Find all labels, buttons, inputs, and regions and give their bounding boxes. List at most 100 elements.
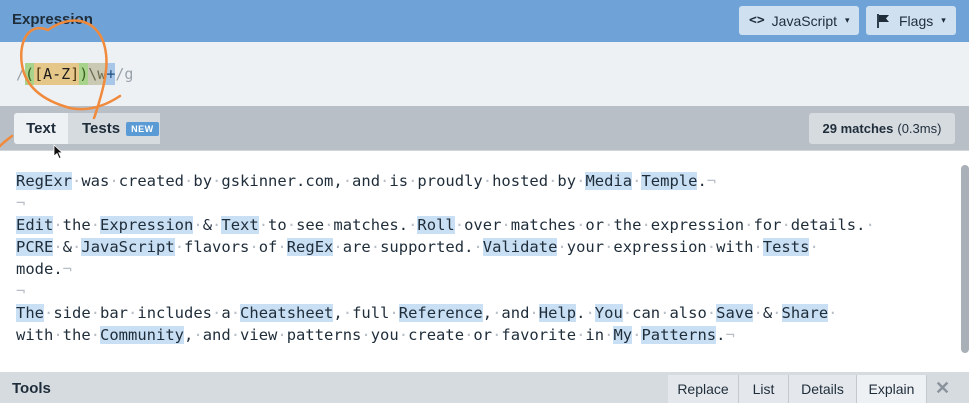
regex-match[interactable]: Expression bbox=[100, 216, 194, 234]
whitespace-marker: · bbox=[342, 172, 353, 190]
whitespace-marker: · bbox=[90, 326, 101, 344]
whitespace-marker: · bbox=[249, 238, 259, 256]
language-label: JavaScript bbox=[771, 12, 838, 29]
text-line: RegExr·was·created·by·gskinner.com,·and·… bbox=[16, 170, 875, 192]
tab-tests-label: Tests bbox=[82, 120, 121, 137]
text-segment: , bbox=[333, 304, 343, 322]
char-set-close-token[interactable]: ] bbox=[70, 63, 80, 85]
whitespace-marker: · bbox=[389, 304, 399, 322]
regex-match[interactable]: Media bbox=[585, 172, 633, 190]
text-segment: to bbox=[268, 216, 287, 234]
regex-expression[interactable]: /([A-Z])\w+/g bbox=[16, 63, 133, 85]
text-segment: see bbox=[296, 216, 325, 234]
flags-dropdown-button[interactable]: Flags ▾ bbox=[866, 6, 956, 35]
whitespace-marker: · bbox=[44, 304, 54, 322]
regex-match[interactable]: Tests bbox=[762, 238, 810, 256]
text-segment: in bbox=[585, 326, 605, 344]
whitespace-marker: · bbox=[212, 304, 222, 322]
text-segment: or bbox=[473, 326, 493, 344]
regex-match[interactable]: Reference bbox=[398, 304, 483, 322]
text-line: ¬ bbox=[16, 192, 875, 214]
whitespace-marker: · bbox=[398, 326, 409, 344]
regex-match[interactable]: JavaScript bbox=[81, 238, 175, 256]
whitespace-marker: · bbox=[72, 238, 82, 256]
scrollbar[interactable] bbox=[961, 165, 969, 353]
whitespace-marker: · bbox=[286, 216, 297, 234]
text-segment: matches. bbox=[333, 216, 409, 234]
language-dropdown-button[interactable]: <> JavaScript ▾ bbox=[739, 6, 859, 35]
regex-match[interactable]: Community bbox=[100, 326, 185, 344]
text-segment: & bbox=[762, 304, 773, 322]
text-segment: was bbox=[81, 172, 110, 190]
line-break-marker: ¬ bbox=[62, 260, 73, 278]
whitespace-marker: · bbox=[482, 172, 493, 190]
line-break-marker: ¬ bbox=[706, 172, 717, 190]
whitespace-marker: · bbox=[408, 216, 418, 234]
group-close-token[interactable]: ) bbox=[79, 63, 89, 85]
regex-match[interactable]: Text bbox=[221, 216, 259, 234]
tools-panel: Tools Replace List Details Explain bbox=[0, 372, 969, 403]
regex-match[interactable]: PCRE bbox=[16, 238, 54, 256]
test-text[interactable]: RegExr·was·created·by·gskinner.com,·and·… bbox=[16, 170, 875, 346]
regex-match[interactable]: The bbox=[16, 304, 44, 322]
regex-match[interactable]: Validate bbox=[482, 238, 558, 256]
whitespace-marker: · bbox=[557, 238, 567, 256]
text-segment: hosted bbox=[492, 172, 549, 190]
regex-match[interactable]: Roll bbox=[417, 216, 455, 234]
quantifier-token[interactable]: + bbox=[106, 63, 116, 85]
regex-match[interactable]: RegEx bbox=[286, 238, 334, 256]
regex-match[interactable]: Temple bbox=[641, 172, 698, 190]
tab-text[interactable]: Text bbox=[14, 113, 68, 144]
regex-match[interactable]: Help bbox=[538, 304, 577, 322]
match-count-badge: 29 matches (0.3ms) bbox=[809, 113, 955, 144]
group-open-token[interactable]: ( bbox=[25, 63, 35, 85]
regex-match[interactable]: My bbox=[613, 326, 633, 344]
text-segment: & bbox=[62, 238, 73, 256]
chevron-down-icon: ▾ bbox=[941, 15, 946, 25]
text-editor[interactable]: RegExr·was·created·by·gskinner.com,·and·… bbox=[0, 150, 969, 370]
expression-editor[interactable]: /([A-Z])\w+/g bbox=[0, 42, 969, 106]
regex-match[interactable]: Share bbox=[781, 304, 829, 322]
text-segment: also bbox=[669, 304, 707, 322]
regex-match[interactable]: Save bbox=[716, 304, 754, 322]
text-segment: over bbox=[464, 216, 502, 234]
text-segment: is bbox=[389, 172, 409, 190]
whitespace-marker: · bbox=[464, 326, 474, 344]
open-delimiter: / bbox=[16, 65, 26, 83]
text-segment: . bbox=[697, 172, 707, 190]
tools-tab-explain[interactable]: Explain bbox=[857, 375, 927, 403]
text-segment: are bbox=[342, 238, 371, 256]
word-class-token[interactable]: \w bbox=[88, 63, 107, 85]
whitespace-marker: · bbox=[193, 216, 203, 234]
whitespace-marker: · bbox=[72, 172, 82, 190]
char-range-token[interactable]: A-Z bbox=[43, 63, 71, 85]
regex-match[interactable]: RegExr bbox=[16, 172, 72, 190]
text-segment: can bbox=[632, 304, 661, 322]
new-badge: NEW bbox=[126, 121, 159, 136]
whitespace-marker: · bbox=[174, 238, 185, 256]
expression-title: Expression bbox=[12, 11, 93, 28]
text-segment: matches bbox=[510, 216, 577, 234]
regex-match[interactable]: Edit bbox=[16, 216, 54, 234]
char-set-open-token[interactable]: [ bbox=[34, 63, 44, 85]
whitespace-marker: · bbox=[865, 216, 875, 234]
whitespace-marker: · bbox=[408, 172, 418, 190]
text-segment: expression bbox=[650, 216, 745, 234]
text-line: Edit·the·Expression·&·Text·to·see·matche… bbox=[16, 214, 875, 236]
whitespace-marker: · bbox=[622, 304, 633, 322]
whitespace-marker: · bbox=[772, 304, 782, 322]
whitespace-marker: · bbox=[809, 238, 819, 256]
text-segment: for bbox=[753, 216, 782, 234]
regex-match[interactable]: Cheatsheet bbox=[240, 304, 334, 322]
close-icon[interactable]: ✕ bbox=[935, 378, 950, 399]
tab-tests[interactable]: Tests NEW bbox=[68, 113, 160, 144]
regex-match[interactable]: You bbox=[594, 304, 623, 322]
tools-tab-details[interactable]: Details bbox=[789, 375, 857, 403]
regex-match[interactable]: Patterns bbox=[641, 326, 717, 344]
line-break-marker: ¬ bbox=[725, 326, 735, 344]
text-segment: supported. bbox=[380, 238, 474, 256]
tools-tab-replace[interactable]: Replace bbox=[668, 375, 739, 403]
text-line: with·the·Community,·and·view·patterns·yo… bbox=[16, 324, 875, 346]
tools-tab-list[interactable]: List bbox=[739, 375, 789, 403]
whitespace-marker: · bbox=[529, 304, 539, 322]
